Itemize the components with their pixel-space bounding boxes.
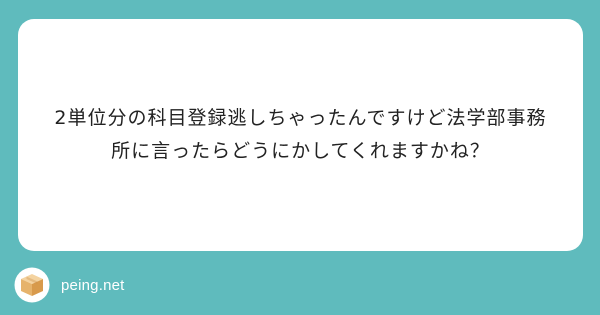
question-card: 2単位分の科目登録逃しちゃったんですけど法学部事務所に言ったらどうにかしてくれま… (18, 19, 583, 251)
cardboard-box-icon (14, 267, 50, 303)
brand-footer[interactable]: peing.net (14, 265, 125, 305)
brand-text: peing.net (61, 276, 125, 294)
question-text: 2単位分の科目登録逃しちゃったんですけど法学部事務所に言ったらどうにかしてくれま… (54, 107, 547, 162)
